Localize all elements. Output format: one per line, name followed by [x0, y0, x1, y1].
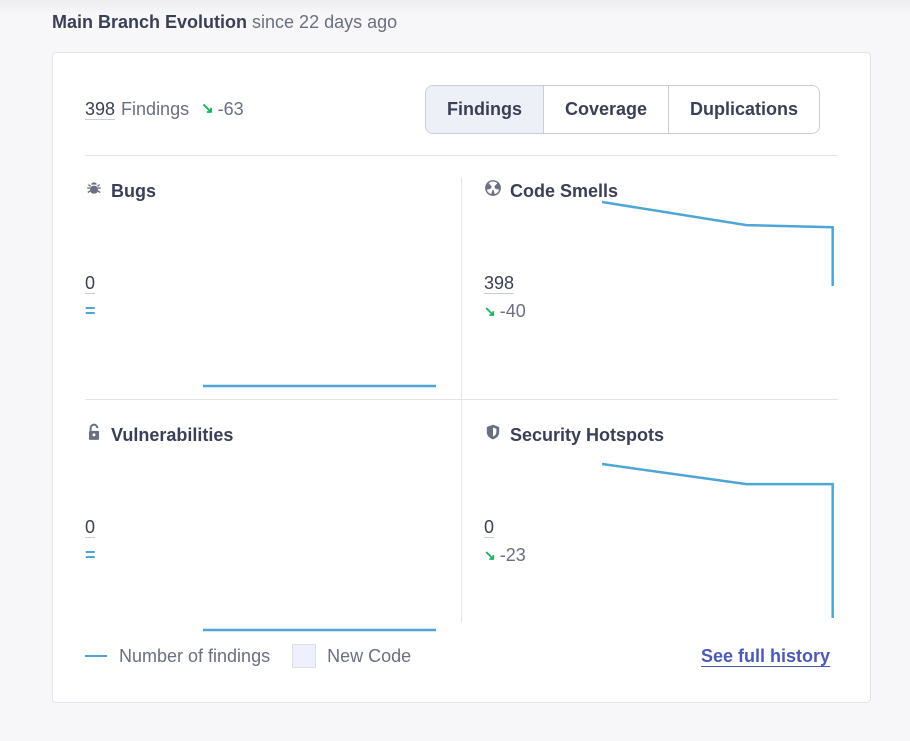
- tab-duplications[interactable]: Duplications: [668, 86, 820, 133]
- sparkline-line: [602, 200, 834, 286]
- metric-delta: ↘ -23: [484, 543, 526, 567]
- tile-title-text: Security Hotspots: [510, 425, 665, 445]
- metric-delta-text: =: [85, 301, 96, 321]
- evolution-card: 398 Findings ↘ -63 Findings Coverage Dup…: [52, 52, 871, 703]
- metric-delta: =: [85, 299, 96, 323]
- tile-security-hotspots: Security Hotspots 0 ↘ -23: [484, 423, 844, 643]
- metric-delta-text: -23: [499, 545, 526, 565]
- see-full-history-link[interactable]: See full history: [701, 644, 830, 668]
- findings-summary: 398 Findings ↘ -63: [85, 97, 244, 121]
- divider: [85, 155, 838, 156]
- tile-title-text: Bugs: [111, 181, 156, 201]
- code-smells-icon: [484, 179, 510, 203]
- tile-vulnerabilities: Vulnerabilities 0 =: [85, 423, 445, 643]
- sparkline: [203, 384, 436, 388]
- findings-label: Findings: [121, 99, 190, 119]
- sparkline: [602, 200, 834, 286]
- metric-delta-text: -40: [499, 301, 526, 321]
- bug-icon: [85, 179, 111, 203]
- metric-value[interactable]: 398: [484, 271, 514, 295]
- tab-findings[interactable]: Findings: [426, 86, 543, 133]
- findings-delta: ↘ -63: [201, 97, 244, 121]
- tile-title: Bugs: [85, 179, 156, 203]
- tile-title: Security Hotspots: [484, 423, 664, 447]
- metric-delta: ↘ -40: [484, 299, 526, 323]
- chart-legend: Number of findings New Code: [85, 644, 411, 668]
- tile-bugs: Bugs 0 =: [85, 179, 445, 399]
- metric-value[interactable]: 0: [85, 515, 95, 539]
- shield-icon: [484, 423, 510, 447]
- legend-new-code-label: New Code: [327, 646, 412, 666]
- tile-title: Vulnerabilities: [85, 423, 233, 447]
- page-title: Main Branch Evolution: [52, 12, 248, 32]
- tile-code-smells: Code Smells 398 ↘ -40: [484, 179, 844, 399]
- page-subtitle: since 22 days ago: [252, 12, 398, 32]
- tab-coverage[interactable]: Coverage: [543, 86, 669, 133]
- tile-title: Code Smells: [484, 179, 618, 203]
- legend-new-code-swatch: [292, 644, 317, 668]
- divider: [461, 178, 462, 622]
- lock-icon: [85, 423, 111, 447]
- tile-title-text: Vulnerabilities: [111, 425, 234, 445]
- sparkline: [602, 462, 834, 618]
- metric-value[interactable]: 0: [484, 515, 494, 539]
- arrow-down-right-icon: ↘: [484, 303, 496, 319]
- arrow-down-right-icon: ↘: [484, 547, 496, 563]
- findings-count[interactable]: 398: [85, 97, 115, 121]
- metric-delta-text: =: [85, 545, 96, 565]
- legend-line-swatch: [85, 655, 107, 657]
- metric-value[interactable]: 0: [85, 271, 95, 295]
- arrow-down-right-icon: ↘: [201, 100, 214, 117]
- sparkline: [203, 628, 436, 632]
- legend-series-label: Number of findings: [119, 646, 271, 666]
- sparkline-line: [602, 462, 834, 618]
- metric-tabs: Findings Coverage Duplications: [425, 85, 821, 134]
- section-title: Main Branch Evolution since 22 days ago: [52, 10, 397, 34]
- metric-delta: =: [85, 543, 96, 567]
- findings-delta-value: -63: [217, 99, 244, 119]
